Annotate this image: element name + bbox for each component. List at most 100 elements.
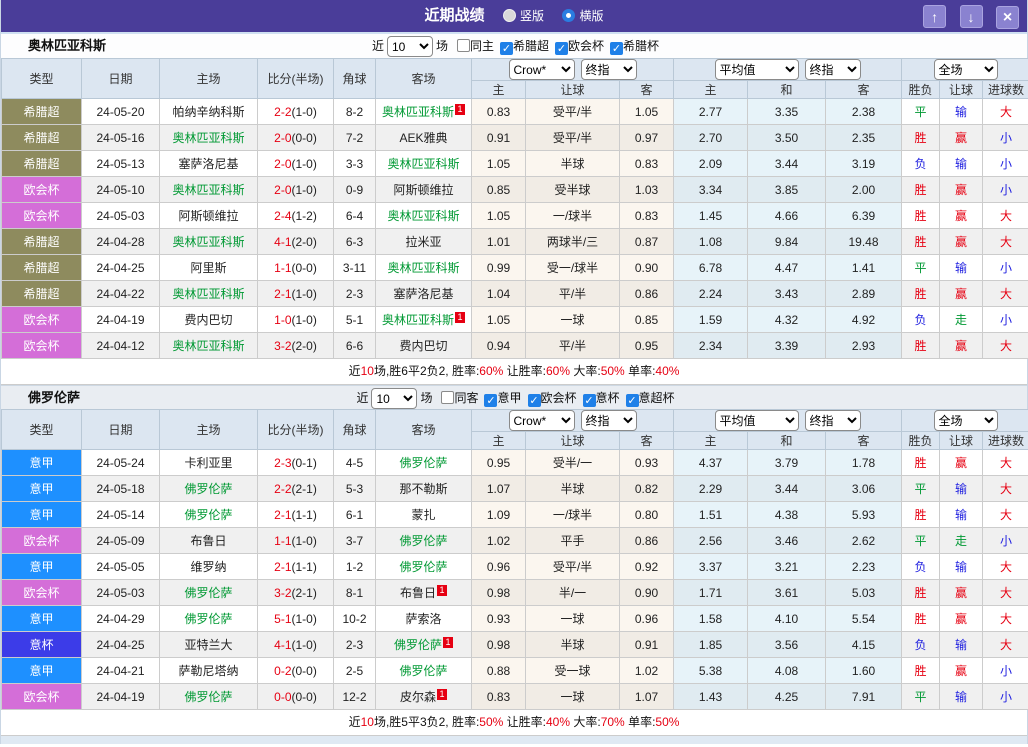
close-button[interactable]: × (996, 6, 1019, 29)
home-team: 维罗纳 (160, 554, 258, 580)
avg-away-odds: 2.00 (826, 177, 902, 203)
col-header-handicap-home: 主 (472, 432, 526, 450)
league-filter-checkbox[interactable]: ✓意超杯 (626, 391, 675, 405)
summary-segment: 70% (601, 715, 625, 729)
average-select[interactable]: 平均值 (715, 59, 799, 80)
handicap-home-odds: 0.98 (472, 632, 526, 658)
away-team: AEK雅典 (376, 125, 472, 151)
match-score: 2-2(2-1) (258, 476, 334, 502)
layout-radio-horizontal[interactable]: 横版 (562, 9, 603, 23)
handicap-home-odds: 1.05 (472, 307, 526, 333)
same-venue-checkbox[interactable]: 同主 (457, 39, 494, 53)
result-outcome: 胜 (902, 450, 940, 476)
bottom-border (1, 736, 1027, 744)
type-badge: 欧会杯 (2, 177, 82, 203)
col-header-result-handicap: 让球 (940, 81, 983, 99)
summary-segment: 单率: (625, 715, 656, 729)
avg-draw-odds: 3.46 (748, 528, 826, 554)
avg-away-odds: 19.48 (826, 229, 902, 255)
recent-count-select[interactable]: 10 (387, 36, 433, 57)
league-filter-checkbox[interactable]: ✓意杯 (583, 391, 620, 405)
section-filter-bar: 佛罗伦萨近10场同客✓意甲✓欧会杯✓意杯✓意超杯 (1, 385, 1027, 409)
scope-select[interactable]: 全场 (934, 59, 998, 80)
league-filter-checkbox[interactable]: ✓欧会杯 (555, 39, 604, 53)
handicap-line: 受平/半 (526, 99, 620, 125)
checkbox-checked-icon: ✓ (555, 42, 568, 55)
result-goals: 小 (983, 125, 1028, 151)
home-team: 奥林匹亚科斯 (160, 333, 258, 359)
col-header-avg-away: 客 (826, 432, 902, 450)
layout-radio-vertical[interactable]: 竖版 (503, 9, 544, 23)
halftime-score: (1-0) (292, 638, 317, 652)
handicap-away-odds: 0.86 (620, 528, 674, 554)
result-outcome: 平 (902, 684, 940, 710)
corner-score: 2-3 (334, 281, 376, 307)
bookmaker-select[interactable]: Crow* (509, 59, 575, 80)
league-filter-checkbox[interactable]: ✓希腊杯 (610, 39, 659, 53)
bookmaker-select[interactable]: Crow* (509, 410, 575, 431)
col-header-handicap-home: 主 (472, 81, 526, 99)
league-filter-checkbox[interactable]: ✓希腊超 (500, 39, 549, 53)
result-goals: 大 (983, 203, 1028, 229)
bookmaker-stage-select[interactable]: 终指 (581, 410, 637, 431)
average-stage-select[interactable]: 终指 (805, 59, 861, 80)
average-select[interactable]: 平均值 (715, 410, 799, 431)
result-outcome: 胜 (902, 177, 940, 203)
bookmaker-stage-select[interactable]: 终指 (581, 59, 637, 80)
avg-draw-odds: 3.79 (748, 450, 826, 476)
handicap-away-odds: 0.97 (620, 125, 674, 151)
avg-draw-odds: 4.32 (748, 307, 826, 333)
summary-segment: 场,胜6平2负2, 胜率: (374, 364, 479, 378)
match-score: 2-1(1-1) (258, 554, 334, 580)
result-outcome: 胜 (902, 606, 940, 632)
away-team: 费内巴切 (376, 333, 472, 359)
summary-segment: 50% (479, 715, 503, 729)
col-header-type: 类型 (2, 410, 82, 450)
match-score: 2-1(1-0) (258, 281, 334, 307)
avg-home-odds: 1.51 (674, 502, 748, 528)
league-filter-checkbox[interactable]: ✓意甲 (484, 391, 521, 405)
result-handicap: 输 (940, 554, 983, 580)
avg-away-odds: 5.03 (826, 580, 902, 606)
match-date: 24-05-05 (82, 554, 160, 580)
match-row: 欧会杯24-05-03阿斯顿维拉2-4(1-2)6-4奥林匹亚科斯1.05一/球… (2, 203, 1028, 229)
avg-home-odds: 6.78 (674, 255, 748, 281)
scope-select[interactable]: 全场 (934, 410, 998, 431)
result-outcome: 胜 (902, 580, 940, 606)
handicap-line: 受半球 (526, 177, 620, 203)
corner-score: 3-7 (334, 528, 376, 554)
avg-away-odds: 1.78 (826, 450, 902, 476)
match-row: 欧会杯24-04-19费内巴切1-0(1-0)5-1奥林匹亚科斯11.05一球0… (2, 307, 1028, 333)
match-row: 希腊超24-04-28奥林匹亚科斯4-1(2-0)6-3拉米亚1.01两球半/三… (2, 229, 1028, 255)
same-venue-checkbox[interactable]: 同客 (441, 391, 478, 405)
col-header-corner: 角球 (334, 410, 376, 450)
result-goals: 大 (983, 229, 1028, 255)
average-stage-select[interactable]: 终指 (805, 410, 861, 431)
avg-home-odds: 1.08 (674, 229, 748, 255)
avg-away-odds: 2.62 (826, 528, 902, 554)
handicap-away-odds: 0.91 (620, 632, 674, 658)
halftime-score: (0-1) (292, 456, 317, 470)
handicap-home-odds: 0.93 (472, 606, 526, 632)
match-score: 2-3(0-1) (258, 450, 334, 476)
red-card-badge: 1 (455, 104, 465, 115)
col-header-result-goals: 进球数 (983, 432, 1028, 450)
league-filter-checkbox[interactable]: ✓欧会杯 (528, 391, 577, 405)
scroll-down-button[interactable]: ↓ (960, 5, 983, 28)
radio-checked-icon (562, 9, 575, 22)
result-handicap: 赢 (940, 658, 983, 684)
scroll-up-button[interactable]: ↑ (923, 5, 946, 28)
avg-home-odds: 3.34 (674, 177, 748, 203)
home-team: 佛罗伦萨 (160, 684, 258, 710)
summary-segment: 40% (655, 364, 679, 378)
away-team: 佛罗伦萨 (376, 658, 472, 684)
match-score: 0-2(0-0) (258, 658, 334, 684)
match-date: 24-04-29 (82, 606, 160, 632)
fulltime-score: 2-1 (274, 508, 291, 522)
result-goals: 大 (983, 606, 1028, 632)
halftime-score: (1-1) (292, 560, 317, 574)
checkbox-label: 欧会杯 (541, 391, 577, 405)
col-header-avg-away: 客 (826, 81, 902, 99)
recent-count-select[interactable]: 10 (371, 388, 417, 409)
avg-draw-odds: 3.35 (748, 99, 826, 125)
